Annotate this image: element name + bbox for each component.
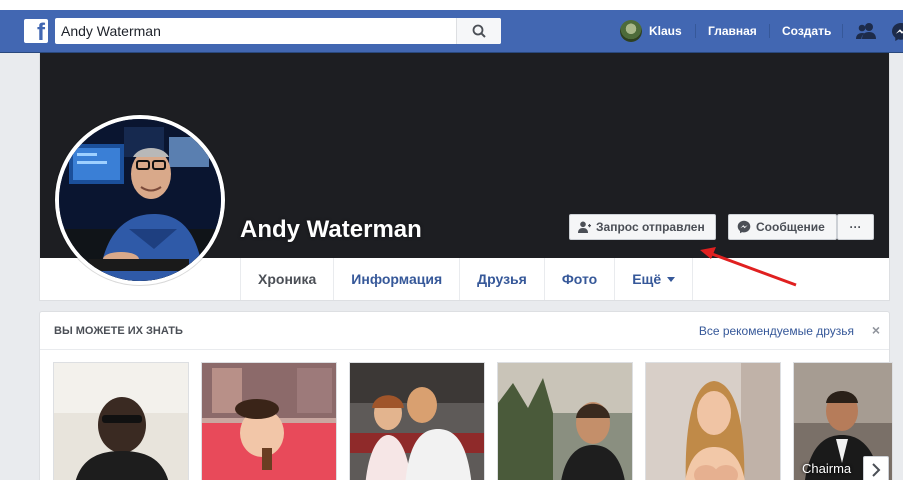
chevron-right-icon [872,463,881,477]
tab-photos-label: Фото [561,271,598,287]
suggestion-photo [350,363,484,480]
more-options-button[interactable]: ··· [837,214,874,240]
ellipsis-icon: ··· [849,220,862,234]
tab-about[interactable]: Информация [333,258,459,300]
pymk-title: Вы можете их знать [54,324,183,337]
tab-photos[interactable]: Фото [543,258,614,300]
friend-request-sent-button[interactable]: Запрос отправлен [569,214,716,240]
suggestion-card[interactable] [645,362,781,480]
nav-home-link[interactable]: Главная [708,24,757,38]
suggestion-name: Chairma [802,461,852,476]
nav-profile-link[interactable]: Klaus [620,18,682,44]
tab-about-label: Информация [351,271,443,287]
nav-divider [695,24,696,38]
next-arrow-button[interactable] [863,456,889,480]
tab-timeline-label: Хроника [258,271,317,287]
message-button[interactable]: Сообщение [728,214,837,240]
suggestion-card[interactable] [201,362,337,480]
pymk-cards: Chairma [53,362,893,480]
tab-friends-label: Друзья [477,271,527,287]
top-strip [0,0,903,10]
caret-down-icon [667,276,676,282]
tab-more[interactable]: Ещё [614,258,694,300]
close-icon[interactable]: × [872,322,880,338]
profile-name: Andy Waterman [240,216,422,243]
see-all-suggestions-link[interactable]: Все рекомендуемые друзья [699,324,854,338]
profile-tabs: Хроника Информация Друзья Фото Ещё [240,258,694,300]
tab-timeline[interactable]: Хроника [240,258,333,300]
facebook-logo-icon[interactable]: f [24,19,48,43]
profile-header-card: Andy Waterman Запрос отправлен Сообщение… [39,53,890,301]
suggestion-card[interactable] [349,362,485,480]
avatar [620,20,642,42]
nav-divider [842,24,843,38]
search-button[interactable] [456,18,501,44]
suggestion-card[interactable] [53,362,189,480]
profile-picture[interactable] [55,115,225,285]
friend-requests-icon[interactable] [855,22,877,40]
nav-user-name: Klaus [649,24,682,38]
nav-divider [769,24,770,38]
people-you-may-know: Вы можете их знать Все рекомендуемые дру… [39,311,893,480]
suggestion-photo [498,363,632,480]
tab-friends[interactable]: Друзья [459,258,544,300]
nav-create-link[interactable]: Создать [782,24,831,38]
search-icon [472,24,486,38]
suggestion-photo [54,363,188,480]
profile-photo-image [59,119,221,281]
tab-more-label: Ещё [632,271,662,287]
person-check-icon [578,221,591,233]
suggestion-card[interactable] [497,362,633,480]
friend-request-sent-label: Запрос отправлен [596,220,705,234]
messenger-icon [737,220,751,234]
search-input[interactable] [55,18,455,44]
search-box [55,18,501,44]
suggestion-photo [202,363,336,480]
header-bar: f Klaus Главная Создать [0,10,903,53]
suggestion-photo [646,363,780,480]
message-button-label: Сообщение [756,220,825,234]
messenger-icon[interactable] [891,22,903,42]
